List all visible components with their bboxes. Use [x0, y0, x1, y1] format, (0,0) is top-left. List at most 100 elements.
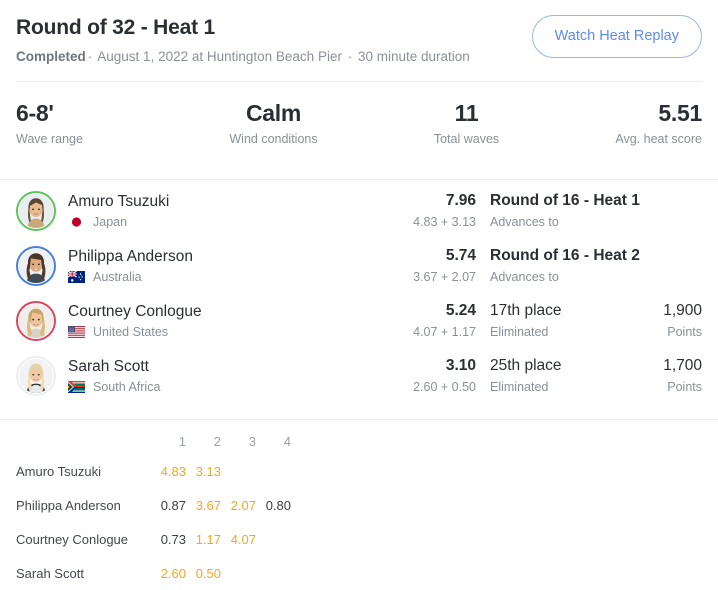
avatar-ring	[16, 355, 56, 396]
surfer-name: Courtney Conlogue	[68, 302, 202, 320]
wave-scores-table-wrap: 1 2 3 4 Amuro Tsuzuki 4.83 3.13 Philippa…	[0, 420, 718, 590]
surfer-country: Australia	[68, 269, 413, 285]
heat-duration: 30 minute duration	[357, 49, 470, 64]
surfer-total-score: 7.96	[445, 192, 476, 209]
surfer-total-score: 5.24	[445, 302, 476, 319]
wave-score-cell	[221, 556, 256, 590]
separator-dot-2: ·	[347, 49, 353, 64]
wave-table-name-header	[16, 428, 151, 454]
surfer-score-breakdown: 4.07 + 1.17	[413, 325, 476, 339]
surfer-country-label: Japan	[93, 214, 128, 229]
wave-column-header-3: 3	[248, 433, 256, 449]
heat-header-text: Round of 32 - Heat 1 Completed · August 1…	[16, 14, 470, 65]
wave-row-spacer	[291, 522, 702, 556]
surfer-country: Japan	[68, 214, 413, 230]
wave-column-header-2: 2	[213, 433, 221, 449]
stat-wave-range-value: 6-8'	[16, 100, 54, 126]
wave-score-cell: 1.17	[195, 531, 221, 547]
surfer-result-main: Round of 16 - Heat 2	[490, 247, 640, 264]
wave-score-cell: 3.13	[195, 463, 221, 479]
surfer-result-main: Round of 16 - Heat 1	[490, 192, 640, 209]
flag-united-states-icon	[68, 325, 85, 338]
flag-japan-icon	[68, 216, 85, 228]
wave-row-name: Courtney Conlogue	[16, 531, 129, 547]
surfer-score: 7.96 4.83 + 3.13	[413, 191, 476, 230]
surfer-result-row[interactable]: Philippa Anderson Australia 5.74 3.67 + …	[16, 238, 702, 293]
stat-wind-conditions-value: Calm	[245, 100, 302, 126]
stat-wind-conditions: Calm Wind conditions	[173, 100, 352, 147]
surfer-score: 5.24 4.07 + 1.17	[413, 301, 476, 340]
watch-heat-replay-button[interactable]: Watch Heat Replay	[531, 15, 702, 58]
surfer-points: 1,700 Points	[640, 356, 702, 395]
wave-score-cell: 4.83	[160, 463, 186, 479]
surfer-result-main: 25th place	[490, 357, 562, 374]
surfer-result: 25th place Eliminated	[490, 356, 640, 395]
flag-south-africa-icon	[68, 380, 85, 393]
surfer-points-value: 1,700	[663, 357, 702, 374]
heat-date-location: August 1, 2022 at Huntington Beach Pier	[97, 49, 342, 64]
stat-total-waves-value: 11	[454, 100, 479, 126]
surfer-result: 17th place Eliminated	[490, 301, 640, 340]
wave-score-cell: 0.80	[265, 497, 291, 513]
wave-score-cell	[256, 556, 291, 590]
surfer-result-sub: Advances to	[490, 215, 559, 229]
surfer-identity: Philippa Anderson Australia	[68, 247, 413, 285]
surfer-score: 3.10 2.60 + 0.50	[413, 356, 476, 395]
table-row: Amuro Tsuzuki 4.83 3.13	[16, 454, 702, 488]
wave-row-spacer	[291, 488, 702, 522]
stat-total-waves-label: Total waves	[433, 132, 500, 146]
surfer-result-main: 17th place	[490, 302, 562, 319]
table-row: Sarah Scott 2.60 0.50	[16, 556, 702, 590]
avatar	[19, 248, 53, 283]
wave-row-name: Sarah Scott	[16, 565, 84, 581]
separator-dot-1: ·	[87, 49, 93, 64]
surfer-result-row[interactable]: Amuro Tsuzuki Japan 7.96 4.83 + 3.13 Rou…	[16, 183, 702, 238]
avatar-wrap	[16, 190, 56, 231]
wave-scores-body: Amuro Tsuzuki 4.83 3.13 Philippa Anderso…	[16, 454, 702, 590]
wave-score-cell: 4.07	[230, 531, 256, 547]
surfer-points	[640, 209, 702, 213]
avatar	[19, 303, 53, 338]
avatar-ring	[16, 245, 56, 286]
stat-avg-heat-score-value: 5.51	[658, 100, 702, 126]
flag-australia-icon	[68, 270, 85, 283]
surfer-result-row[interactable]: Courtney Conlogue United States 5.24 4.0…	[16, 293, 702, 348]
wave-column-header-4: 4	[283, 433, 291, 449]
surfer-name: Philippa Anderson	[68, 247, 193, 265]
surfer-country-label: United States	[93, 324, 169, 339]
surfer-country: United States	[68, 324, 413, 340]
avatar-wrap	[16, 300, 56, 341]
stat-total-waves: 11 Total waves	[352, 100, 545, 147]
wave-scores-header-row: 1 2 3 4	[16, 428, 702, 454]
wave-score-cell	[221, 454, 256, 488]
surfer-result: Round of 16 - Heat 2 Advances to	[490, 246, 640, 285]
surfer-identity: Courtney Conlogue United States	[68, 302, 413, 340]
surfer-country: South Africa	[68, 379, 413, 395]
wave-score-cell: 0.73	[160, 531, 186, 547]
surfer-total-score: 3.10	[445, 357, 476, 374]
surfer-results-list: Amuro Tsuzuki Japan 7.96 4.83 + 3.13 Rou…	[0, 180, 718, 403]
table-row: Courtney Conlogue 0.73 1.17 4.07	[16, 522, 702, 556]
wave-score-cell: 0.87	[160, 497, 186, 513]
surfer-points-label: Points	[667, 380, 702, 394]
wave-column-header-1: 1	[178, 433, 186, 449]
page-title: Round of 32 - Heat 1	[16, 16, 216, 39]
wave-scores-head: 1 2 3 4	[16, 428, 702, 454]
surfer-name: Sarah Scott	[68, 357, 149, 375]
wave-score-cell	[256, 522, 291, 556]
surfer-result: Round of 16 - Heat 1 Advances to	[490, 191, 640, 230]
status-badge: Completed	[16, 49, 86, 64]
wave-row-name: Philippa Anderson	[16, 497, 121, 513]
stat-avg-heat-score-label: Avg. heat score	[615, 132, 702, 146]
table-row: Philippa Anderson 0.87 3.67 2.07 0.80	[16, 488, 702, 522]
surfer-score-breakdown: 4.83 + 3.13	[413, 215, 476, 229]
stat-wind-conditions-label: Wind conditions	[229, 132, 318, 146]
surfer-points: 1,900 Points	[640, 301, 702, 340]
surfer-result-sub: Eliminated	[490, 325, 549, 339]
wave-score-cell: 2.07	[230, 497, 256, 513]
wave-row-spacer	[291, 454, 702, 488]
stat-avg-heat-score: 5.51 Avg. heat score	[545, 100, 702, 147]
wave-row-name: Amuro Tsuzuki	[16, 463, 102, 479]
stat-wave-range: 6-8' Wave range	[16, 100, 173, 147]
surfer-result-row[interactable]: Sarah Scott South Africa 3.10 2.60 + 0.5…	[16, 348, 702, 403]
